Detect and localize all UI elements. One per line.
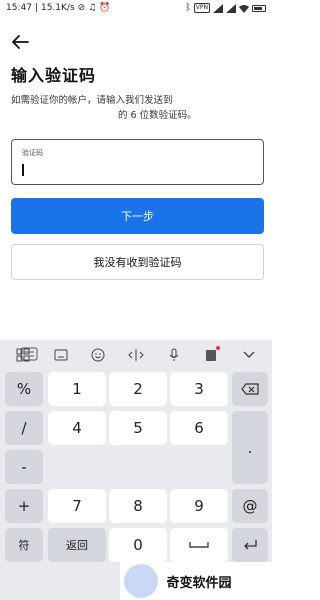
vpn-badge: VPN: [193, 3, 210, 13]
enter-icon: [244, 540, 257, 550]
digit-5-key[interactable]: 5: [109, 411, 167, 445]
watermark-text: 奇变软件园: [166, 575, 232, 591]
back-key[interactable]: 返回: [48, 528, 106, 562]
numeric-keyboard: % / - + 符 1 2 3 4 5 6 7 8 9 返回 0 . @ 奇变软…: [0, 340, 272, 600]
watermark: 奇变软件园: [120, 562, 272, 600]
verification-code-input[interactable]: 验证码: [11, 139, 264, 185]
text-caret: [22, 164, 24, 176]
dot-key[interactable]: .: [232, 411, 268, 484]
enter-key[interactable]: [232, 528, 268, 562]
digit-8-key[interactable]: 8: [109, 489, 167, 523]
wifi-icon: [239, 4, 249, 13]
alarm-icon: ⏰: [99, 2, 111, 13]
emoji-icon[interactable]: [86, 343, 110, 367]
digit-7-key[interactable]: 7: [48, 489, 106, 523]
description-line-2: 的 6 位数验证码。: [118, 110, 197, 121]
signal-icon: [226, 3, 236, 13]
status-bar: 15:47 | 15.1K/s ⊘ ♫ ⏰ ᛒ VPN: [0, 0, 272, 16]
no-code-received-button[interactable]: 我没有收到验证码: [11, 244, 264, 280]
space-icon: [189, 542, 209, 548]
backspace-key[interactable]: [232, 372, 268, 406]
description-line-1: 如需验证你的帐户，请输入我们发送到: [11, 95, 173, 106]
microphone-icon[interactable]: [162, 343, 186, 367]
collapse-icon[interactable]: [237, 343, 261, 367]
back-arrow-icon[interactable]: [10, 34, 30, 50]
bluetooth-icon: ᛒ: [185, 2, 191, 13]
slash-key[interactable]: /: [5, 411, 43, 445]
backspace-icon: [241, 383, 259, 395]
keyboard-switch-icon[interactable]: [18, 345, 40, 363]
digit-6-key[interactable]: 6: [170, 411, 228, 445]
code-field-label: 验证码: [22, 149, 43, 157]
digit-9-key[interactable]: 9: [170, 489, 228, 523]
next-step-button[interactable]: 下一步: [11, 198, 264, 234]
status-time: 15:47: [6, 3, 32, 13]
space-key[interactable]: [170, 528, 228, 562]
digit-4-key[interactable]: 4: [48, 411, 106, 445]
digit-1-key[interactable]: 1: [48, 372, 106, 406]
digit-0-key[interactable]: 0: [109, 528, 167, 562]
keyboard-icon[interactable]: [49, 343, 73, 367]
page-title: 输入验证码: [11, 66, 97, 85]
clipboard-icon[interactable]: [199, 343, 223, 367]
minus-key[interactable]: -: [5, 450, 43, 484]
signal-icon: [213, 3, 223, 13]
plus-key[interactable]: +: [5, 489, 43, 523]
notification-dot: [216, 346, 221, 350]
bell-icon: ♫: [88, 2, 97, 13]
watermark-logo: [124, 564, 158, 598]
sync-off-icon: ⊘: [77, 2, 86, 13]
at-key[interactable]: @: [232, 489, 268, 523]
battery-icon: [252, 4, 266, 12]
keyboard-toolbar: [0, 340, 272, 370]
digit-3-key[interactable]: 3: [170, 372, 228, 406]
digit-2-key[interactable]: 2: [109, 372, 167, 406]
percent-key[interactable]: %: [5, 372, 43, 406]
network-speed: 15.1K/s: [40, 3, 75, 13]
cursor-icon[interactable]: [124, 343, 148, 367]
symbols-key[interactable]: 符: [5, 528, 43, 562]
